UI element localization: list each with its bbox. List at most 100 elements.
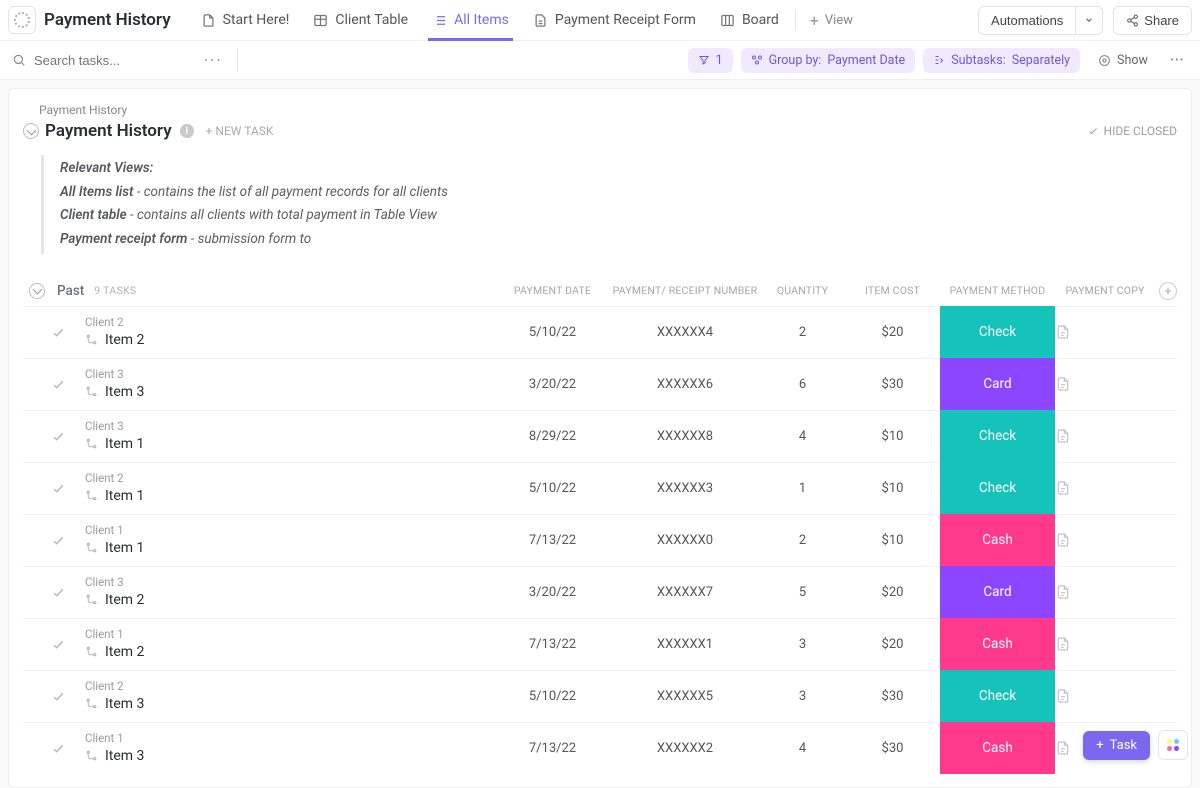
row-name-cell[interactable]: Client 3 Item 3 — [81, 368, 495, 400]
row-method-badge[interactable]: Cash — [940, 722, 1055, 774]
row-copy[interactable] — [1055, 324, 1155, 340]
table-row[interactable]: Client 3 Item 3 3/20/22 XXXXXX6 6 $30 Ca… — [23, 358, 1177, 410]
row-receipt[interactable]: XXXXXX5 — [610, 689, 760, 704]
col-receipt-number[interactable]: PAYMENT/ RECEIPT NUMBER — [610, 284, 760, 297]
add-column-button[interactable]: + — [1159, 282, 1177, 300]
row-receipt[interactable]: XXXXXX2 — [610, 741, 760, 756]
info-icon[interactable]: i — [180, 124, 194, 138]
search-wrap[interactable] — [12, 53, 194, 68]
row-copy[interactable] — [1055, 584, 1155, 600]
col-payment-copy[interactable]: PAYMENT COPY — [1055, 284, 1155, 297]
table-row[interactable]: Client 3 Item 2 3/20/22 XXXXXX7 5 $20 Ca… — [23, 566, 1177, 618]
row-checkmark-icon[interactable] — [51, 585, 81, 600]
row-cost[interactable]: $30 — [845, 689, 940, 704]
row-receipt[interactable]: XXXXXX6 — [610, 377, 760, 392]
row-cost[interactable]: $20 — [845, 637, 940, 652]
row-method-badge[interactable]: Check — [940, 462, 1055, 514]
table-row[interactable]: Client 2 Item 3 5/10/22 XXXXXX5 3 $30 Ch… — [23, 670, 1177, 722]
row-copy[interactable] — [1055, 376, 1155, 392]
tab-start-here[interactable]: Start Here! — [189, 0, 302, 40]
row-date[interactable]: 5/10/22 — [495, 481, 610, 496]
row-copy[interactable] — [1055, 532, 1155, 548]
row-quantity[interactable]: 6 — [760, 377, 845, 392]
row-name-cell[interactable]: Client 1 Item 1 — [81, 524, 495, 556]
row-method-badge[interactable]: Check — [940, 670, 1055, 722]
row-date[interactable]: 3/20/22 — [495, 377, 610, 392]
row-receipt[interactable]: XXXXXX0 — [610, 533, 760, 548]
automations-button[interactable]: Automations — [978, 6, 1076, 35]
group-by-pill[interactable]: Group by: Payment Date — [741, 48, 916, 73]
row-name-cell[interactable]: Client 2 Item 2 — [81, 316, 495, 348]
more-options-icon[interactable]: ··· — [1166, 50, 1188, 71]
row-checkmark-icon[interactable] — [51, 325, 81, 340]
tab-payment-receipt-form[interactable]: Payment Receipt Form — [521, 0, 708, 40]
row-method-badge[interactable]: Check — [940, 410, 1055, 462]
row-cost[interactable]: $10 — [845, 429, 940, 444]
row-checkmark-icon[interactable] — [51, 377, 81, 392]
row-quantity[interactable]: 4 — [760, 429, 845, 444]
collapse-toggle-icon[interactable] — [23, 123, 39, 139]
new-task-link[interactable]: + NEW TASK — [206, 124, 274, 138]
row-date[interactable]: 5/10/22 — [495, 325, 610, 340]
row-receipt[interactable]: XXXXXX1 — [610, 637, 760, 652]
row-copy[interactable] — [1055, 688, 1155, 704]
row-quantity[interactable]: 5 — [760, 585, 845, 600]
row-quantity[interactable]: 3 — [760, 689, 845, 704]
tab-board[interactable]: Board — [708, 0, 791, 40]
apps-button[interactable] — [1158, 730, 1188, 760]
row-quantity[interactable]: 3 — [760, 637, 845, 652]
row-name-cell[interactable]: Client 2 Item 3 — [81, 680, 495, 712]
group-collapse-icon[interactable] — [29, 283, 45, 299]
hide-closed-button[interactable]: HIDE CLOSED — [1087, 124, 1177, 138]
row-date[interactable]: 7/13/22 — [495, 741, 610, 756]
subtasks-pill[interactable]: Subtasks: Separately — [923, 48, 1080, 73]
row-quantity[interactable]: 4 — [760, 741, 845, 756]
tab-client-table[interactable]: Client Table — [301, 0, 420, 40]
row-checkmark-icon[interactable] — [51, 637, 81, 652]
row-method-badge[interactable]: Card — [940, 566, 1055, 618]
row-receipt[interactable]: XXXXXX4 — [610, 325, 760, 340]
table-row[interactable]: Client 1 Item 3 7/13/22 XXXXXX2 4 $30 Ca… — [23, 722, 1177, 774]
row-copy[interactable] — [1055, 480, 1155, 496]
row-quantity[interactable]: 2 — [760, 325, 845, 340]
row-checkmark-icon[interactable] — [51, 481, 81, 496]
row-name-cell[interactable]: Client 1 Item 3 — [81, 732, 495, 764]
row-date[interactable]: 8/29/22 — [495, 429, 610, 444]
add-view-button[interactable]: + View — [800, 11, 863, 30]
col-payment-method[interactable]: PAYMENT METHOD — [940, 284, 1055, 297]
row-name-cell[interactable]: Client 3 Item 2 — [81, 576, 495, 608]
search-more-icon[interactable]: ··· — [194, 51, 233, 70]
row-quantity[interactable]: 2 — [760, 533, 845, 548]
breadcrumb[interactable]: Payment History — [39, 103, 1177, 117]
col-quantity[interactable]: QUANTITY — [760, 284, 845, 297]
show-button[interactable]: Show — [1088, 48, 1158, 73]
row-method-badge[interactable]: Card — [940, 358, 1055, 410]
row-date[interactable]: 7/13/22 — [495, 533, 610, 548]
automations-chevron[interactable] — [1076, 6, 1103, 35]
table-row[interactable]: Client 1 Item 1 7/13/22 XXXXXX0 2 $10 Ca… — [23, 514, 1177, 566]
row-receipt[interactable]: XXXXXX3 — [610, 481, 760, 496]
row-cost[interactable]: $10 — [845, 533, 940, 548]
row-copy[interactable] — [1055, 428, 1155, 444]
group-name[interactable]: Past — [57, 283, 84, 299]
row-name-cell[interactable]: Client 3 Item 1 — [81, 420, 495, 452]
row-name-cell[interactable]: Client 1 Item 2 — [81, 628, 495, 660]
logo-box[interactable] — [8, 6, 36, 34]
row-method-badge[interactable]: Check — [940, 306, 1055, 358]
row-receipt[interactable]: XXXXXX8 — [610, 429, 760, 444]
col-payment-date[interactable]: PAYMENT DATE — [495, 284, 610, 297]
table-row[interactable]: Client 2 Item 2 5/10/22 XXXXXX4 2 $20 Ch… — [23, 306, 1177, 358]
row-checkmark-icon[interactable] — [51, 533, 81, 548]
row-cost[interactable]: $20 — [845, 585, 940, 600]
row-name-cell[interactable]: Client 2 Item 1 — [81, 472, 495, 504]
table-row[interactable]: Client 1 Item 2 7/13/22 XXXXXX1 3 $20 Ca… — [23, 618, 1177, 670]
row-cost[interactable]: $30 — [845, 741, 940, 756]
row-method-badge[interactable]: Cash — [940, 618, 1055, 670]
col-item-cost[interactable]: ITEM COST — [845, 284, 940, 297]
new-task-fab[interactable]: + Task — [1083, 731, 1150, 760]
row-checkmark-icon[interactable] — [51, 429, 81, 444]
filter-count-pill[interactable]: 1 — [688, 48, 733, 73]
search-input[interactable] — [34, 53, 194, 68]
table-row[interactable]: Client 2 Item 1 5/10/22 XXXXXX3 1 $10 Ch… — [23, 462, 1177, 514]
row-cost[interactable]: $30 — [845, 377, 940, 392]
